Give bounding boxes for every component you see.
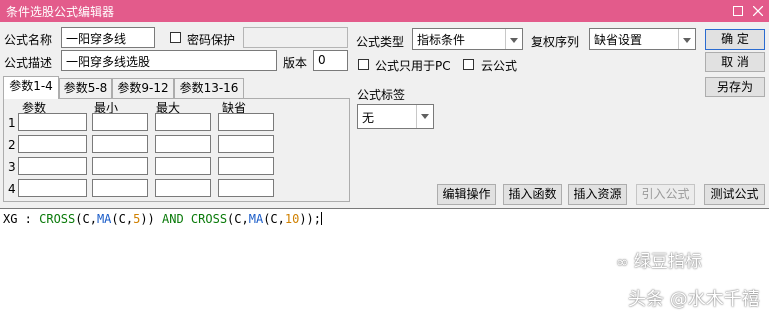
edit-operation-button[interactable]: 编辑操作 (437, 184, 496, 205)
code-token: CROSS (190, 212, 228, 226)
params-panel: 参数 最小 最大 缺省 1 2 3 4 (3, 98, 350, 202)
close-icon (752, 5, 764, 17)
formula-tag-value: 无 (362, 111, 375, 125)
param-max-cell[interactable] (155, 113, 211, 131)
restore-label: 复权序列 (531, 35, 580, 49)
param-min-cell[interactable] (92, 179, 148, 197)
formula-type-label: 公式类型 (356, 35, 405, 49)
row-number: 4 (8, 182, 16, 196)
param-default-cell[interactable] (218, 157, 274, 175)
param-max-cell[interactable] (155, 135, 211, 153)
title-bar: 条件选股公式编辑器 (0, 0, 769, 22)
name-label: 公式名称 (4, 33, 53, 47)
tab-params-9-12[interactable]: 参数9-12 (112, 78, 174, 98)
close-button[interactable] (748, 1, 768, 21)
pc-only-checkbox[interactable] (358, 59, 369, 70)
description-label: 公式描述 (4, 56, 53, 70)
param-default-cell[interactable] (218, 179, 274, 197)
code-token: 10 (284, 212, 300, 226)
text-caret (321, 212, 323, 225)
version-label: 版本 (283, 56, 308, 70)
code-token: (C, (227, 212, 249, 226)
code-token: MA (248, 212, 264, 226)
name-input[interactable]: 一阳穿多线 (61, 27, 155, 48)
param-min-cell[interactable] (92, 135, 148, 153)
password-label: 密码保护 (187, 33, 236, 47)
code-token: (C, (263, 212, 285, 226)
param-default-cell[interactable] (218, 135, 274, 153)
watermark-line1: ∞ 绿豆指标 (616, 247, 702, 272)
formula-tag-label: 公式标签 (357, 88, 406, 102)
maximize-button[interactable] (728, 1, 748, 21)
version-input[interactable]: 0 (313, 50, 348, 71)
code-token: XG : (3, 212, 40, 226)
import-formula-button[interactable]: 引入公式 (636, 184, 695, 205)
password-checkbox[interactable] (170, 32, 181, 43)
code-token: )); (299, 212, 322, 226)
param-max-cell[interactable] (155, 157, 211, 175)
tab-params-13-16[interactable]: 参数13-16 (174, 78, 244, 98)
formula-code-editor[interactable]: XG : CROSS(C,MA(C,5)) AND CROSS(C,MA(C,1… (0, 208, 769, 323)
cloud-formula-checkbox[interactable] (463, 59, 474, 70)
param-default-cell[interactable] (218, 113, 274, 131)
row-number: 1 (8, 116, 16, 130)
insert-function-button[interactable]: 插入函数 (503, 184, 562, 205)
ok-button[interactable]: 确 定 (705, 29, 765, 50)
pc-only-label: 公式只用于PC (375, 59, 451, 73)
param-name-cell[interactable] (18, 135, 87, 153)
watermark-text: 绿豆指标 (633, 252, 702, 272)
tab-params-5-8[interactable]: 参数5-8 (59, 78, 112, 98)
param-max-cell[interactable] (155, 179, 211, 197)
cloud-formula-label: 云公式 (481, 59, 518, 73)
watermark-line2: 头条 @水木千禧 (628, 289, 760, 310)
param-min-cell[interactable] (92, 113, 148, 131)
window-title: 条件选股公式编辑器 (6, 5, 115, 19)
param-name-cell[interactable] (18, 113, 87, 131)
tab-params-1-4[interactable]: 参数1-4 (3, 76, 59, 99)
chevron-down-icon (505, 29, 522, 49)
chevron-down-icon (416, 105, 433, 128)
formula-type-value: 指标条件 (417, 33, 466, 47)
chat-bubble-icon: ∞ (616, 253, 629, 271)
row-number: 3 (8, 160, 16, 174)
chevron-down-icon (678, 29, 695, 49)
code-token: AND (162, 212, 184, 226)
restore-value: 缺省设置 (594, 33, 643, 47)
row-number: 2 (8, 138, 16, 152)
test-formula-button[interactable]: 测试公式 (704, 184, 765, 205)
save-as-button[interactable]: 另存为 (705, 77, 765, 97)
maximize-icon (733, 6, 743, 16)
description-input[interactable]: 一阳穿多线选股 (61, 50, 277, 71)
param-name-cell[interactable] (18, 157, 87, 175)
code-token: CROSS (39, 212, 76, 226)
formula-tag-select[interactable]: 无 (357, 104, 434, 129)
cancel-button[interactable]: 取 消 (705, 52, 765, 72)
formula-type-select[interactable]: 指标条件 (412, 28, 523, 50)
restore-select[interactable]: 缺省设置 (589, 28, 696, 50)
insert-resource-button[interactable]: 插入资源 (568, 184, 627, 205)
password-input[interactable] (243, 27, 348, 48)
param-name-cell[interactable] (18, 179, 87, 197)
code-token: (C, (111, 212, 134, 226)
code-line: XG : CROSS(C,MA(C,5)) AND CROSS(C,MA(C,1… (3, 212, 323, 226)
code-token: (C, (75, 212, 97, 226)
code-token: )) (140, 212, 162, 226)
param-min-cell[interactable] (92, 157, 148, 175)
code-token: MA (96, 212, 112, 226)
